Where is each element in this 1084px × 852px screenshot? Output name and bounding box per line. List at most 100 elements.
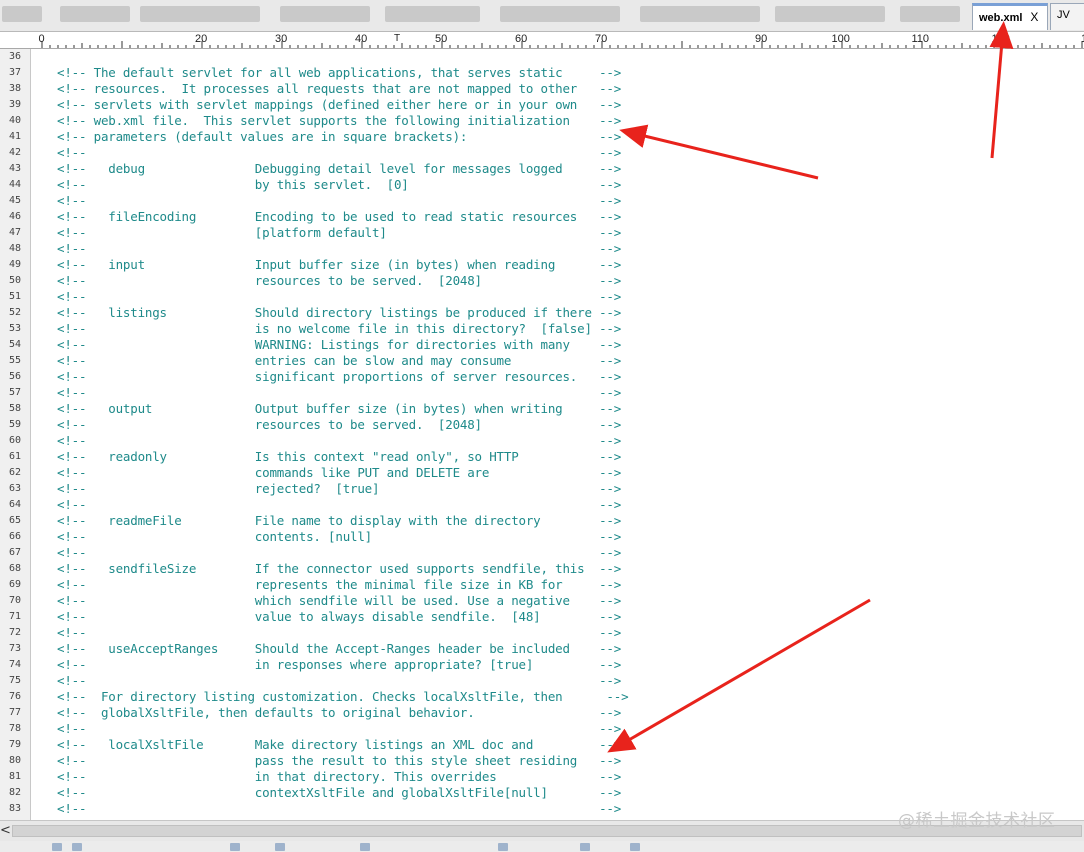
code-line[interactable]: <!-- -->	[57, 497, 1084, 513]
code-editor[interactable]: <!-- The default servlet for all web app…	[31, 49, 1084, 820]
code-line[interactable]: <!-- output Output buffer size (in bytes…	[57, 401, 1084, 417]
line-number: 37	[9, 67, 22, 78]
code-line[interactable]: <!-- commands like PUT and DELETE are --…	[57, 465, 1084, 481]
tab-label: web.xml	[979, 12, 1023, 24]
line-number: 50	[9, 275, 22, 286]
line-number: 49	[9, 259, 22, 270]
code-line[interactable]: <!-- represents the minimal file size in…	[57, 577, 1084, 593]
toolbar-icon[interactable]	[630, 843, 640, 851]
code-line[interactable]: <!-- fileEncoding Encoding to be used to…	[57, 209, 1084, 225]
code-line[interactable]	[57, 49, 1084, 65]
code-line[interactable]: <!-- significant proportions of server r…	[57, 369, 1084, 385]
line-number: 36	[9, 51, 22, 62]
ruler-label: 120	[992, 33, 1010, 45]
scroll-left-icon[interactable]: <	[0, 823, 11, 838]
code-line[interactable]: <!-- in that directory. This overrides -…	[57, 769, 1084, 785]
toolbar-icon[interactable]	[275, 843, 285, 851]
code-line[interactable]: <!-- readmeFile File name to display wit…	[57, 513, 1084, 529]
blurred-tab	[280, 6, 370, 22]
line-number: 46	[9, 211, 22, 222]
code-line[interactable]: <!-- pass the result to this style sheet…	[57, 753, 1084, 769]
code-text[interactable]: <!-- The default servlet for all web app…	[31, 49, 1084, 817]
code-line[interactable]: <!-- entries can be slow and may consume…	[57, 353, 1084, 369]
ruler-label: 20	[195, 33, 207, 45]
code-line[interactable]: <!-- value to always disable sendfile. […	[57, 609, 1084, 625]
code-line[interactable]: <!-- -->	[57, 721, 1084, 737]
code-line[interactable]: <!-- -->	[57, 545, 1084, 561]
code-line[interactable]: <!-- resources. It processes all request…	[57, 81, 1084, 97]
line-number: 82	[9, 787, 22, 798]
ruler-ticks: 02030405060709010011012013T	[39, 33, 1084, 48]
line-number: 65	[9, 515, 22, 526]
toolbar-icon[interactable]	[230, 843, 240, 851]
code-line[interactable]: <!-- sendfileSize If the connector used …	[57, 561, 1084, 577]
code-line[interactable]: <!-- WARNING: Listings for directories w…	[57, 337, 1084, 353]
line-number: 72	[9, 627, 22, 638]
tab-jv[interactable]: JV	[1050, 3, 1084, 30]
blurred-tab	[640, 6, 760, 22]
tab-web-xml[interactable]: web.xml X	[972, 3, 1048, 30]
code-line[interactable]: <!-- globalXsltFile, then defaults to or…	[57, 705, 1084, 721]
code-line[interactable]: <!-- -->	[57, 145, 1084, 161]
ruler-caret: T	[394, 33, 400, 44]
code-line[interactable]: <!-- input Input buffer size (in bytes) …	[57, 257, 1084, 273]
code-line[interactable]: <!-- by this servlet. [0] -->	[57, 177, 1084, 193]
line-number: 54	[9, 339, 22, 350]
blurred-tab	[500, 6, 620, 22]
code-line[interactable]: <!-- resources to be served. [2048] -->	[57, 273, 1084, 289]
code-line[interactable]: <!-- localXsltFile Make directory listin…	[57, 737, 1084, 753]
code-line[interactable]: <!-- debug Debugging detail level for me…	[57, 161, 1084, 177]
ruler-label: 30	[275, 33, 287, 45]
line-number: 80	[9, 755, 22, 766]
code-line[interactable]: <!-- contents. [null] -->	[57, 529, 1084, 545]
code-line[interactable]: <!-- is no welcome file in this director…	[57, 321, 1084, 337]
line-number: 39	[9, 99, 22, 110]
code-line[interactable]: <!-- -->	[57, 673, 1084, 689]
ruler-label: 70	[595, 33, 607, 45]
code-line[interactable]: <!-- resources to be served. [2048] -->	[57, 417, 1084, 433]
code-line[interactable]: <!-- useAcceptRanges Should the Accept-R…	[57, 641, 1084, 657]
code-line[interactable]: <!-- -->	[57, 433, 1084, 449]
watermark: @稀土掘金技术社区	[898, 811, 1056, 831]
close-icon[interactable]: X	[1030, 6, 1038, 28]
code-line[interactable]: <!-- -->	[57, 289, 1084, 305]
code-line[interactable]: <!-- -->	[57, 625, 1084, 641]
code-line[interactable]: <!-- readonly Is this context "read only…	[57, 449, 1084, 465]
toolbar-icon[interactable]	[360, 843, 370, 851]
code-line[interactable]: <!-- in responses where appropriate? [tr…	[57, 657, 1084, 673]
blurred-tab	[900, 6, 960, 22]
code-line[interactable]: <!-- servlets with servlet mappings (def…	[57, 97, 1084, 113]
blurred-tab	[60, 6, 130, 22]
line-number: 58	[9, 403, 22, 414]
line-number: 55	[9, 355, 22, 366]
line-number: 79	[9, 739, 22, 750]
toolbar-icon[interactable]	[498, 843, 508, 851]
code-line[interactable]: <!-- rejected? [true] -->	[57, 481, 1084, 497]
code-line[interactable]: <!-- The default servlet for all web app…	[57, 65, 1084, 81]
toolbar-icon[interactable]	[52, 843, 62, 851]
line-number: 60	[9, 435, 22, 446]
line-number: 44	[9, 179, 22, 190]
line-number: 64	[9, 499, 22, 510]
line-number: 70	[9, 595, 22, 606]
line-number: 78	[9, 723, 22, 734]
toolbar-icon[interactable]	[72, 843, 82, 851]
code-line[interactable]: <!-- For directory listing customization…	[57, 689, 1084, 705]
line-number: 66	[9, 531, 22, 542]
line-number: 67	[9, 547, 22, 558]
code-line[interactable]: <!-- -->	[57, 241, 1084, 257]
toolbar-icon[interactable]	[580, 843, 590, 851]
code-line[interactable]: <!-- contextXsltFile and globalXsltFile[…	[57, 785, 1084, 801]
line-number: 57	[9, 387, 22, 398]
code-line[interactable]: <!-- listings Should directory listings …	[57, 305, 1084, 321]
code-line[interactable]: <!-- web.xml file. This servlet supports…	[57, 113, 1084, 129]
code-line[interactable]: <!-- -->	[57, 193, 1084, 209]
line-number: 74	[9, 659, 22, 670]
code-line[interactable]: <!-- parameters (default values are in s…	[57, 129, 1084, 145]
code-line[interactable]: <!-- -->	[57, 385, 1084, 401]
line-number: 71	[9, 611, 22, 622]
code-line[interactable]: <!-- [platform default] -->	[57, 225, 1084, 241]
ruler-label: 40	[355, 33, 367, 45]
blurred-tab	[775, 6, 885, 22]
code-line[interactable]: <!-- which sendfile will be used. Use a …	[57, 593, 1084, 609]
